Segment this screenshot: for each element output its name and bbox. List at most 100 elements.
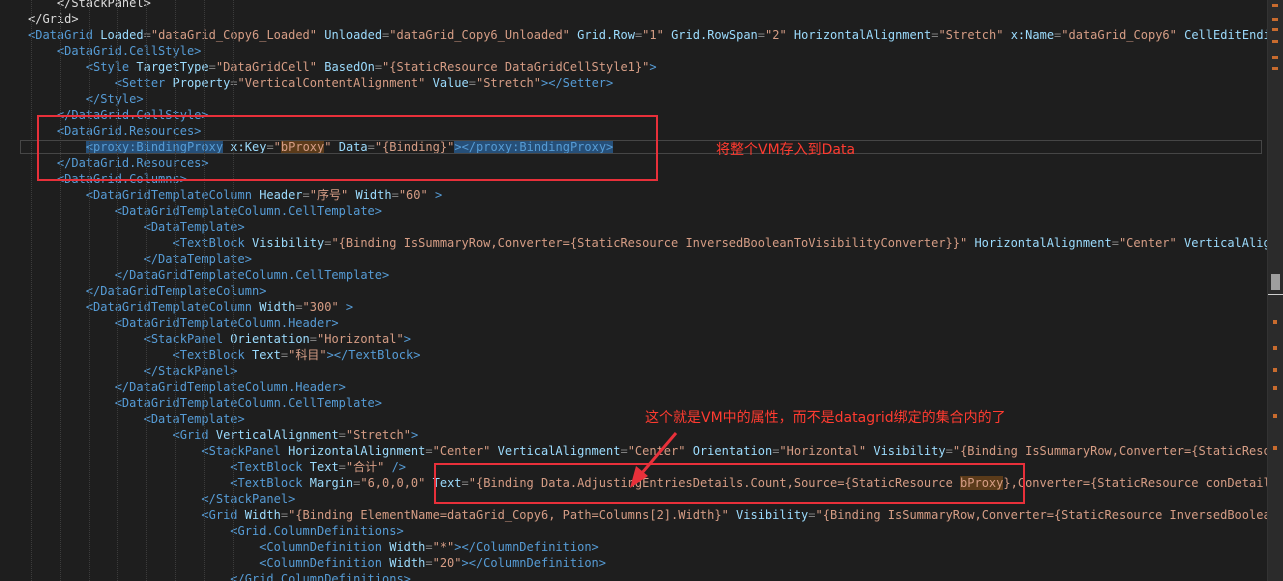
code-line[interactable]: <DataGridTemplateColumn Header="序号" Widt… <box>28 187 442 203</box>
vertical-scrollbar[interactable] <box>1267 0 1283 581</box>
code-token: = <box>945 444 953 458</box>
code-token: = <box>295 300 303 314</box>
code-line[interactable]: <Grid VerticalAlignment="Stretch"> <box>28 427 418 443</box>
code-token: "合计" <box>345 460 385 474</box>
code-line[interactable]: </DataGridTemplateColumn.CellTemplate> <box>28 267 390 283</box>
annotation-note-data: 将整个VM存入到Data <box>716 142 856 158</box>
scroll-marker <box>1272 28 1278 31</box>
code-line[interactable]: <StackPanel Orientation="Horizontal"> <box>28 331 411 347</box>
code-token: > <box>649 60 657 74</box>
code-token: "Center" <box>1118 236 1177 250</box>
code-line[interactable]: <Grid.ColumnDefinitions> <box>28 523 403 539</box>
code-line[interactable]: </Grid> <box>28 11 79 27</box>
code-token: = <box>425 444 433 458</box>
code-line[interactable]: <DataGridTemplateColumn.CellTemplate> <box>28 395 382 411</box>
code-token: "dataGrid_Copy6" <box>1061 28 1177 42</box>
code-token: ></TextBlock> <box>326 348 421 362</box>
code-token: ></ColumnDefinition> <box>454 540 599 554</box>
code-token: <DataGridTemplateColumn.Header> <box>28 316 339 330</box>
scroll-marker <box>1272 40 1278 43</box>
code-token: <StackPanel <box>28 444 289 458</box>
code-line[interactable]: </DataGridTemplateColumn> <box>28 283 267 299</box>
code-token: = <box>338 460 346 474</box>
code-token: </DataGridTemplateColumn.CellTemplate> <box>28 268 390 282</box>
code-line[interactable]: <TextBlock Text="合计" /> <box>28 459 406 475</box>
code-token: Text <box>309 460 339 474</box>
code-token: "2" <box>765 28 787 42</box>
code-line[interactable]: <DataGridTemplateColumn Width="300" > <box>28 299 353 315</box>
code-line[interactable]: <TextBlock Visibility = "{Binding IsSummar… <box>28 235 1268 251</box>
code-token: x:Name <box>1003 28 1055 42</box>
code-token: HorizontalAlignment <box>786 28 932 42</box>
code-token: = <box>757 28 766 42</box>
code-token: Width <box>244 508 281 522</box>
code-token: "Horizontal" <box>779 444 867 458</box>
code-token: "{Binding IsSummaryRow,Converter={Static… <box>815 508 1268 522</box>
code-line[interactable]: <DataGridTemplateColumn.CellTemplate> <box>28 203 382 219</box>
code-token: Unloaded <box>317 28 383 42</box>
code-token: Width <box>348 188 392 202</box>
code-line[interactable]: </StackPanel> <box>28 491 295 507</box>
scroll-position-line <box>1268 294 1283 295</box>
code-line[interactable]: <StackPanel HorizontalAlignment="Center"… <box>28 443 1268 459</box>
code-token: </DataGridTemplateColumn> <box>28 284 267 298</box>
code-line[interactable]: <Grid Width="{Binding ElementName=dataGr… <box>28 507 1268 523</box>
scroll-marker <box>1273 446 1277 450</box>
code-line[interactable]: <Setter Property="VerticalContentAlignme… <box>28 75 614 91</box>
code-line[interactable]: <ColumnDefinition Width="*"></ColumnDefi… <box>28 539 599 555</box>
code-token: Width <box>389 540 426 554</box>
code-token: = <box>620 444 628 458</box>
code-line[interactable]: <TextBlock Text="科目"></TextBlock> <box>28 347 420 363</box>
code-token: = <box>208 60 216 74</box>
code-token: "Stretch" <box>475 76 541 90</box>
code-line[interactable]: <Style TargetType="DataGridCell" BasedOn… <box>28 59 657 75</box>
annotation-box-resources <box>37 115 658 181</box>
code-line[interactable]: </Style> <box>28 91 144 107</box>
code-token: <DataGridTemplateColumn <box>28 188 260 202</box>
code-token: "Stretch" <box>938 28 1004 42</box>
code-token: "300" <box>302 300 339 314</box>
code-token: "Center" <box>627 444 686 458</box>
indent-guide <box>232 0 234 581</box>
code-token: <TextBlock <box>28 460 310 474</box>
code-token: Text <box>251 348 281 362</box>
code-token: "科目" <box>288 348 327 362</box>
code-token: "Stretch" <box>345 428 411 442</box>
code-token: = <box>302 188 310 202</box>
code-line[interactable]: </Grid.ColumnDefinitions> <box>28 571 411 581</box>
code-token: VerticalAlignment <box>490 444 621 458</box>
code-token: CellEditEnding <box>1184 28 1268 42</box>
code-token: <DataGridTemplateColumn.CellTemplate> <box>28 204 383 218</box>
indent-guide <box>146 0 148 581</box>
code-token: = <box>1111 236 1119 250</box>
code-line[interactable]: </DataGridTemplateColumn.Header> <box>28 379 346 395</box>
indent-guide <box>88 0 90 581</box>
code-line[interactable]: <DataGrid Loaded="dataGrid_Copy6_Loaded"… <box>28 27 1268 43</box>
code-token: > <box>410 428 419 442</box>
code-token: = <box>425 540 433 554</box>
code-token: Visibility <box>251 236 325 250</box>
scrollbar-thumb[interactable] <box>1271 274 1280 290</box>
code-token: VerticalAlignment <box>215 428 339 442</box>
code-token: "*" <box>432 540 455 554</box>
code-token: "{Binding ElementName=dataGrid_Copy6, Pa… <box>288 508 729 522</box>
code-token: Grid.RowSpan <box>663 28 758 42</box>
indent-guide <box>31 0 32 581</box>
code-line[interactable]: <ColumnDefinition Width="20"></ColumnDef… <box>28 555 606 571</box>
code-token: Property <box>172 76 231 90</box>
code-token: </Grid> <box>28 12 79 26</box>
code-line[interactable]: </DataTemplate> <box>28 251 252 267</box>
code-token: Orientation <box>685 444 773 458</box>
code-token: },Converter={StaticResource conDetailTot… <box>1003 476 1268 490</box>
scroll-marker <box>1273 386 1277 390</box>
code-token: HorizontalAlignment <box>288 444 426 458</box>
code-token: "6,0,0,0" <box>360 476 426 490</box>
code-token: = <box>468 76 476 90</box>
code-token: <TextBlock <box>28 348 252 362</box>
code-token: </StackPanel> <box>28 492 296 506</box>
code-token: = <box>230 76 238 90</box>
code-line[interactable]: <DataGridTemplateColumn.Header> <box>28 315 339 331</box>
scroll-marker <box>1273 414 1277 418</box>
code-token: "序号" <box>309 188 349 202</box>
indent-guide <box>203 0 205 581</box>
